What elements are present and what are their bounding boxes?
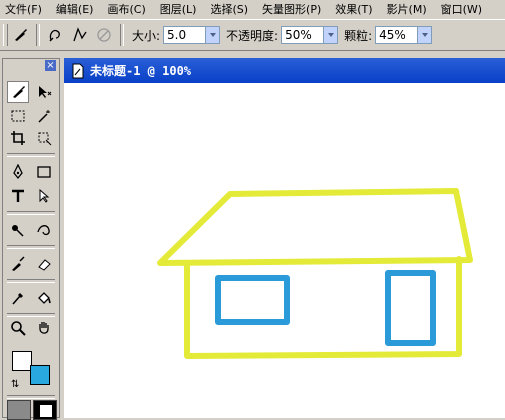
distort-icon bbox=[38, 132, 52, 146]
separator bbox=[36, 24, 40, 46]
separator bbox=[120, 24, 124, 46]
house-windows bbox=[215, 270, 436, 346]
size-combo[interactable]: 5.0 bbox=[163, 26, 221, 44]
pen-tool[interactable] bbox=[7, 161, 29, 183]
reshape-tool[interactable] bbox=[33, 219, 55, 241]
options-bar: 大小: 5.0 不透明度: 50% 颗粒: 45% bbox=[0, 19, 505, 51]
menu-layers[interactable]: 图层(L) bbox=[160, 1, 197, 17]
paint-bucket-icon bbox=[38, 292, 51, 304]
eraser-icon bbox=[38, 259, 51, 271]
tool-separator bbox=[7, 153, 55, 157]
size-input[interactable]: 5.0 bbox=[163, 26, 207, 44]
paint-brush-tool[interactable] bbox=[7, 253, 29, 275]
foreground-color-swatch[interactable] bbox=[12, 351, 32, 371]
brush-icon bbox=[13, 86, 25, 98]
hand-tool[interactable] bbox=[33, 317, 55, 339]
opacity-combo[interactable]: 50% bbox=[281, 26, 339, 44]
tools-panel: × ⇅ bbox=[2, 58, 60, 420]
grain-dropdown-button[interactable] bbox=[418, 26, 433, 44]
menu-edit[interactable]: 编辑(E) bbox=[56, 1, 94, 17]
menu-select[interactable]: 选择(S) bbox=[210, 1, 248, 17]
tool-separator bbox=[7, 245, 55, 249]
pointer-tool[interactable] bbox=[33, 81, 55, 103]
background-color-swatch[interactable] bbox=[30, 365, 50, 385]
disabled-tool-icon bbox=[95, 26, 113, 44]
text-tool[interactable] bbox=[7, 185, 29, 207]
tool-separator bbox=[7, 395, 55, 399]
size-label: 大小: bbox=[132, 28, 161, 43]
pen-icon bbox=[13, 164, 23, 180]
window-left bbox=[215, 275, 290, 325]
menu-file[interactable]: 文件(F) bbox=[5, 1, 42, 17]
menu-window[interactable]: 窗口(W) bbox=[441, 1, 482, 17]
distort-tool[interactable] bbox=[33, 127, 55, 149]
drawing-canvas[interactable] bbox=[64, 83, 505, 418]
freeform-icon[interactable] bbox=[47, 26, 65, 44]
chevron-down-icon bbox=[327, 33, 334, 37]
grain-combo[interactable]: 45% bbox=[375, 26, 433, 44]
standard-mode-icon[interactable] bbox=[7, 400, 31, 420]
opacity-dropdown-button[interactable] bbox=[324, 26, 339, 44]
magnifier-icon bbox=[11, 321, 26, 336]
window-right bbox=[385, 270, 436, 346]
menu-vector[interactable]: 矢量图形(P) bbox=[262, 1, 321, 17]
menu-movie[interactable]: 影片(M) bbox=[387, 1, 427, 17]
hand-icon bbox=[39, 322, 49, 334]
menu-canvas[interactable]: 画布(C) bbox=[107, 1, 145, 17]
size-dropdown-button[interactable] bbox=[206, 26, 221, 44]
marquee-icon bbox=[11, 110, 25, 122]
zoom-tool[interactable] bbox=[7, 317, 29, 339]
document-window: 未标题-1 @ 100% bbox=[64, 58, 505, 418]
paintbrush-icon bbox=[12, 256, 25, 271]
crop-tool[interactable] bbox=[7, 127, 29, 149]
rectangle-icon bbox=[37, 166, 51, 178]
subselect-tool[interactable] bbox=[33, 185, 55, 207]
crop-icon bbox=[11, 131, 25, 145]
freeform-tool[interactable] bbox=[7, 219, 29, 241]
opacity-label: 不透明度: bbox=[226, 28, 279, 43]
toolbar-grip[interactable] bbox=[3, 24, 8, 46]
grain-input[interactable]: 45% bbox=[375, 26, 419, 44]
tool-separator bbox=[7, 211, 55, 215]
paint-bucket-tool[interactable] bbox=[33, 287, 55, 309]
document-titlebar[interactable]: 未标题-1 @ 100% bbox=[64, 58, 505, 83]
close-icon[interactable]: × bbox=[45, 60, 56, 71]
reshape-tool-icon bbox=[37, 225, 50, 236]
opacity-input[interactable]: 50% bbox=[281, 26, 325, 44]
document-icon bbox=[72, 63, 84, 78]
eraser-tool[interactable] bbox=[33, 253, 55, 275]
tools-panel-titlebar[interactable]: × bbox=[3, 59, 59, 73]
reshape-icon[interactable] bbox=[71, 26, 89, 44]
swap-colors-icon[interactable]: ⇅ bbox=[11, 379, 19, 390]
text-icon bbox=[12, 189, 24, 202]
grain-label: 颗粒: bbox=[344, 28, 373, 43]
eyedropper-icon bbox=[12, 293, 23, 305]
brush-tool[interactable] bbox=[7, 81, 29, 103]
brush-tool-icon[interactable] bbox=[11, 26, 29, 44]
menu-bar: 文件(F) 编辑(E) 画布(C) 图层(L) 选择(S) 矢量图形(P) 效果… bbox=[0, 0, 505, 17]
magic-wand-tool[interactable] bbox=[33, 105, 55, 127]
tool-separator bbox=[7, 279, 55, 283]
document-title: 未标题-1 @ 100% bbox=[90, 64, 192, 78]
chevron-down-icon bbox=[421, 33, 428, 37]
house-roof bbox=[157, 188, 473, 266]
rectangle-tool[interactable] bbox=[33, 161, 55, 183]
freeform-tool-icon bbox=[12, 225, 24, 237]
magic-wand-icon bbox=[38, 110, 50, 123]
marquee-tool[interactable] bbox=[7, 105, 29, 127]
chevron-down-icon bbox=[209, 33, 216, 37]
eyedropper-tool[interactable] bbox=[7, 287, 29, 309]
menu-effects[interactable]: 效果(T) bbox=[335, 1, 372, 17]
fullscreen-mode-icon[interactable] bbox=[33, 400, 57, 420]
subselect-arrow-icon bbox=[39, 188, 50, 203]
pointer-move-icon bbox=[39, 86, 52, 98]
